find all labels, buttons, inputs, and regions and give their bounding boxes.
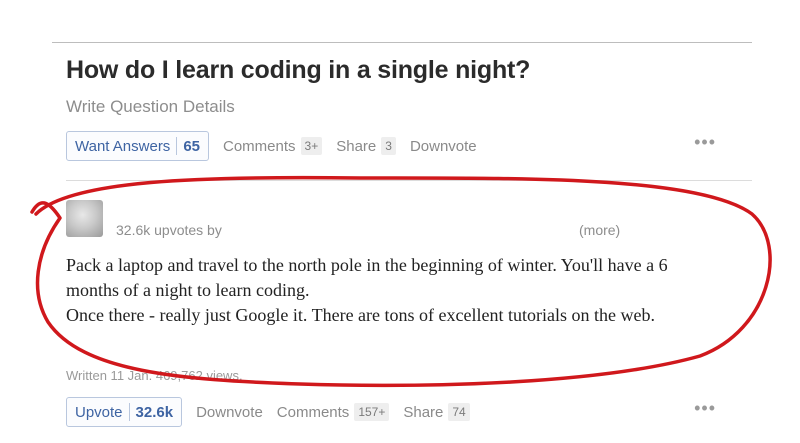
author-avatar[interactable] — [66, 200, 103, 237]
want-answers-button[interactable]: Want Answers 65 — [66, 131, 209, 161]
question-downvote-button[interactable]: Downvote — [410, 138, 477, 155]
answer-meta: Written 11 Jan. 469,762 views. — [66, 368, 243, 383]
upvote-label: Upvote — [75, 403, 123, 421]
answer-comments-count: 157+ — [354, 403, 390, 421]
answer-more-options-icon[interactable]: ••• — [694, 398, 716, 419]
author-more-link[interactable]: (more) — [579, 222, 620, 238]
pill-separator — [128, 403, 130, 421]
question-answer-divider — [66, 180, 752, 181]
question-more-options-icon[interactable]: ••• — [694, 132, 716, 153]
answer-paragraph-1: Pack a laptop and travel to the north po… — [66, 255, 668, 300]
question-comments-button[interactable]: Comments 3+ — [223, 137, 323, 155]
question-title[interactable]: How do I learn coding in a single night? — [66, 56, 530, 85]
upvote-count: 32.6k — [135, 403, 174, 421]
answer-body: Pack a laptop and travel to the north po… — [66, 253, 706, 328]
write-question-details-link[interactable]: Write Question Details — [66, 97, 235, 117]
top-divider — [52, 42, 752, 43]
want-answers-label: Want Answers — [75, 137, 171, 155]
answer-share-count: 74 — [448, 403, 470, 421]
want-answers-count: 65 — [183, 137, 200, 155]
upvote-button[interactable]: Upvote 32.6k — [66, 397, 183, 427]
answer-share-button[interactable]: Share 74 — [403, 403, 470, 421]
question-comments-label: Comments — [223, 137, 296, 155]
answer-comments-label: Comments — [276, 403, 350, 421]
pill-separator — [176, 137, 178, 155]
upvotes-by-line: 32.6k upvotes by — [116, 222, 222, 238]
question-share-button[interactable]: Share 3 — [336, 137, 396, 155]
question-comments-count: 3+ — [300, 137, 323, 155]
answer-share-label: Share — [403, 403, 444, 421]
answer-paragraph-2: Once there - really just Google it. Ther… — [66, 305, 655, 325]
answer-downvote-button[interactable]: Downvote — [196, 404, 263, 421]
question-share-label: Share — [336, 137, 377, 155]
question-share-count: 3 — [381, 137, 396, 155]
answer-comments-button[interactable]: Comments 157+ — [277, 403, 390, 421]
answer-action-bar: Upvote 32.6k Downvote Comments 157+ Shar… — [66, 396, 470, 428]
question-action-bar: Want Answers 65 Comments 3+ Share 3 Down… — [66, 130, 477, 162]
